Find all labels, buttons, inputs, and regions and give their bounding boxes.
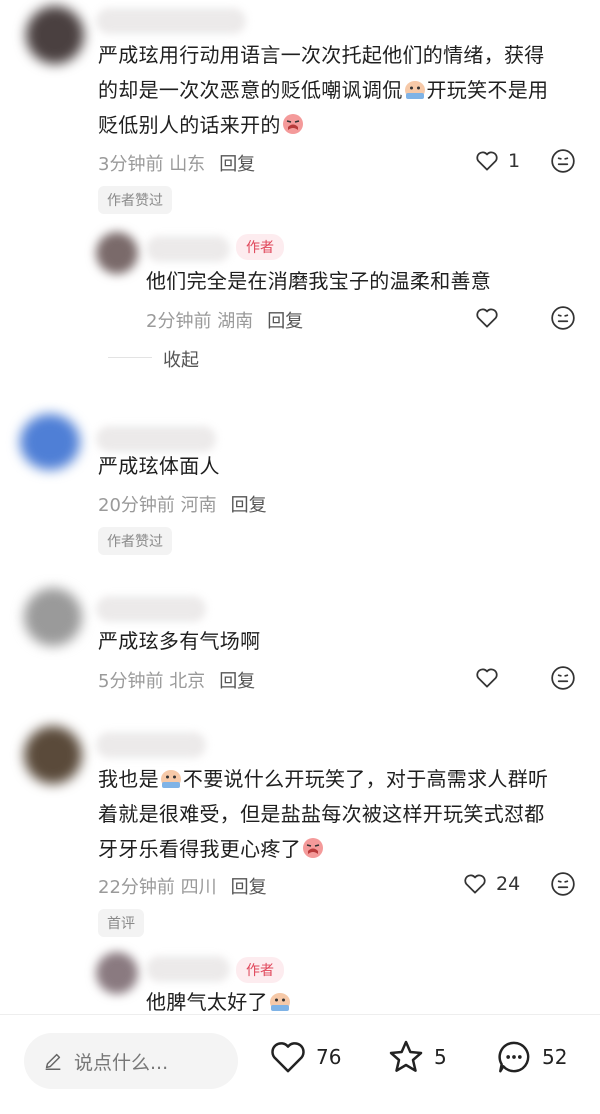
like-count: 1: [508, 150, 521, 172]
like-button[interactable]: 24: [462, 871, 520, 897]
avatar[interactable]: [20, 414, 80, 470]
meh-face-icon: [551, 872, 575, 896]
like-button[interactable]: [474, 665, 500, 691]
comment-bubble-icon: [498, 1041, 530, 1073]
author-liked-tag: 作者赞过: [98, 527, 172, 555]
crying-emoji-icon: [268, 989, 292, 1013]
username-blurred[interactable]: [96, 732, 206, 758]
heart-icon: [476, 151, 498, 171]
reply-button[interactable]: 回复: [231, 877, 267, 898]
comment-meta: 20分钟前 河南 回复: [98, 495, 267, 516]
reply-avatar[interactable]: [96, 952, 138, 994]
like-count: 76: [316, 1045, 342, 1069]
dislike-button[interactable]: [550, 665, 576, 691]
comment-text: 严成玹体面人: [98, 454, 220, 478]
reply-button[interactable]: 回复: [219, 671, 255, 692]
comment-meta: 5分钟前 北京 回复: [98, 671, 256, 692]
reply-meta: 2分钟前 湖南 回复: [146, 311, 304, 332]
reply-username-blurred[interactable]: [146, 956, 230, 982]
like-button[interactable]: 1: [474, 148, 520, 174]
reply-button[interactable]: 回复: [267, 311, 303, 332]
reply-username-blurred[interactable]: [146, 236, 230, 262]
meh-face-icon: [551, 666, 575, 690]
username-blurred[interactable]: [96, 596, 206, 622]
reply-button[interactable]: 回复: [231, 495, 267, 516]
favorite-count: 5: [434, 1045, 447, 1069]
meh-face-icon: [551, 306, 575, 330]
author-badge: 作者: [236, 957, 284, 983]
collapse-divider: [108, 357, 152, 358]
avatar[interactable]: [24, 588, 82, 646]
dislike-button[interactable]: [550, 305, 576, 331]
comment-input-placeholder: 说点什么...: [74, 1051, 169, 1074]
pencil-icon: [45, 1053, 61, 1070]
like-count: 24: [496, 873, 521, 895]
comment-meta: 3分钟前 山东 回复: [98, 154, 256, 175]
avatar[interactable]: [24, 726, 82, 784]
username-blurred[interactable]: [96, 8, 246, 34]
first-comment-tag: 首评: [98, 909, 144, 937]
dislike-button[interactable]: [550, 871, 576, 897]
heart-icon: [476, 308, 498, 328]
comments-button[interactable]: 52: [494, 1037, 567, 1077]
meh-face-icon: [551, 149, 575, 173]
avatar[interactable]: [26, 6, 84, 64]
comment-text: 严成玹多有气场啊: [98, 629, 261, 653]
like-button[interactable]: [474, 305, 500, 331]
crying-emoji-icon: [159, 766, 183, 790]
comment-input[interactable]: 说点什么...: [24, 1033, 238, 1089]
dislike-button[interactable]: [550, 148, 576, 174]
heart-icon: [271, 1042, 305, 1073]
reply-button[interactable]: 回复: [219, 154, 255, 175]
author-liked-tag: 作者赞过: [98, 186, 172, 214]
favorite-button[interactable]: 5: [386, 1037, 447, 1077]
bottom-action-bar: 说点什么... 76 5 52: [0, 1014, 600, 1114]
crying-emoji-icon: [281, 112, 305, 136]
comment-text: 我也是 不要说什么开玩笑了，对于高需求人群听 着就是很难受，但是盐盐每次被这样开玩…: [98, 766, 549, 861]
crying-emoji-icon: [301, 836, 325, 860]
reply-text: 他们完全是在消磨我宝子的温柔和善意: [146, 269, 492, 293]
author-badge: 作者: [236, 234, 284, 260]
heart-icon: [476, 668, 498, 688]
heart-icon: [464, 874, 486, 894]
reply-avatar[interactable]: [96, 232, 138, 274]
like-post-button[interactable]: 76: [268, 1037, 341, 1077]
comment-text: 严成玹用行动用语言一次次托起他们的情绪，获得 的却是一次次恶意的贬低嘲讽调侃 开玩…: [98, 43, 549, 137]
comment-meta: 22分钟前 四川 回复: [98, 877, 267, 898]
comment-count: 52: [542, 1045, 568, 1069]
collapse-button[interactable]: 收起: [163, 346, 199, 372]
star-icon: [389, 1040, 423, 1072]
crying-emoji-icon: [403, 77, 427, 101]
